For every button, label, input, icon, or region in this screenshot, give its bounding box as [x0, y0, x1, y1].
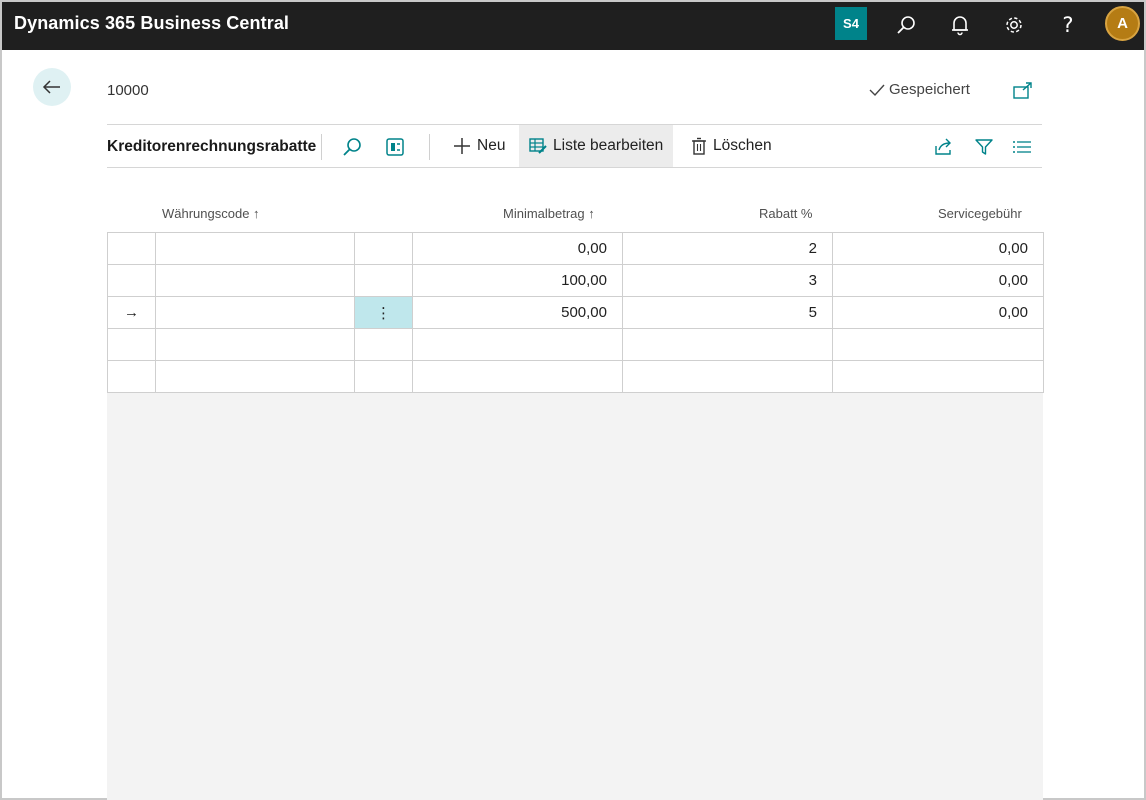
- help-icon[interactable]: ?: [1053, 10, 1083, 40]
- discount-percent-cell[interactable]: [622, 360, 833, 393]
- service-fee-cell[interactable]: 0,00: [832, 296, 1044, 329]
- divider: [321, 134, 322, 160]
- minimum-amount-cell[interactable]: [412, 328, 623, 361]
- minimum-amount-cell[interactable]: 0,00: [412, 232, 623, 265]
- table-row[interactable]: [107, 360, 1044, 393]
- currency-code-cell[interactable]: [155, 232, 355, 265]
- row-indicator: [107, 360, 156, 393]
- currency-code-cell[interactable]: [155, 360, 355, 393]
- list-options-icon[interactable]: [1010, 135, 1034, 159]
- column-header-currency-code[interactable]: Währungscode ↑: [162, 206, 260, 221]
- discount-percent-cell[interactable]: 2: [622, 232, 833, 265]
- record-number: 10000: [107, 82, 149, 99]
- column-header-discount-percent[interactable]: Rabatt %: [759, 206, 812, 221]
- company-badge[interactable]: S4: [835, 7, 867, 40]
- currency-code-cell[interactable]: [155, 328, 355, 361]
- divider: [429, 134, 430, 160]
- discount-percent-cell[interactable]: 5: [622, 296, 833, 329]
- saved-label: Gespeichert: [889, 81, 970, 98]
- bell-icon[interactable]: [945, 10, 975, 40]
- row-indicator: [107, 264, 156, 297]
- new-label: Neu: [477, 137, 506, 154]
- discount-percent-cell[interactable]: [622, 328, 833, 361]
- delete-button[interactable]: Löschen: [681, 125, 782, 167]
- edit-list-icon: [529, 138, 547, 154]
- app-title[interactable]: Dynamics 365 Business Central: [14, 13, 289, 34]
- saved-status: Gespeichert: [868, 81, 970, 98]
- page-caption: Kreditorenrechnungsrabatte: [107, 138, 317, 155]
- table-row[interactable]: [107, 328, 1044, 361]
- action-bar: Kreditorenrechnungsrabatte Neu Liste bea…: [107, 124, 1042, 168]
- search-icon[interactable]: [340, 135, 364, 159]
- row-indicator: [107, 232, 156, 265]
- open-in-new-window-icon[interactable]: [1012, 81, 1034, 101]
- avatar[interactable]: A: [1105, 6, 1140, 41]
- column-header-minimum-amount[interactable]: Minimalbetrag ↑: [503, 206, 595, 221]
- show-details-icon[interactable]: [383, 135, 407, 159]
- currency-code-cell[interactable]: [155, 296, 355, 329]
- current-row-arrow-icon: →: [107, 296, 156, 329]
- table-row[interactable]: 100,00 3 0,00: [107, 264, 1044, 297]
- edit-list-label: Liste bearbeiten: [553, 137, 664, 154]
- service-fee-cell[interactable]: [832, 328, 1044, 361]
- arrow-left-icon: [42, 80, 60, 94]
- trash-icon: [692, 137, 706, 155]
- lines-table: 0,00 2 0,00 100,00 3 0,00 → ⋮ 500,00 5 0…: [107, 232, 1044, 393]
- service-fee-cell[interactable]: 0,00: [832, 264, 1044, 297]
- row-menu-cell[interactable]: [354, 232, 413, 265]
- check-icon: [869, 84, 885, 96]
- share-icon[interactable]: [932, 135, 956, 159]
- minimum-amount-cell[interactable]: 500,00: [412, 296, 623, 329]
- discount-percent-cell[interactable]: 3: [622, 264, 833, 297]
- delete-label: Löschen: [713, 137, 772, 154]
- discount-lines-grid: Währungscode ↑ Minimalbetrag ↑ Rabatt % …: [107, 194, 1044, 800]
- new-button[interactable]: Neu: [443, 125, 515, 167]
- row-indicator: [107, 328, 156, 361]
- plus-icon: [454, 138, 470, 154]
- column-header-service-fee[interactable]: Servicegebühr: [938, 206, 1022, 221]
- search-icon[interactable]: [891, 10, 921, 40]
- top-bar: Dynamics 365 Business Central S4 ? A: [2, 2, 1144, 50]
- row-menu-cell[interactable]: [354, 328, 413, 361]
- back-button[interactable]: [33, 68, 71, 106]
- row-menu-cell[interactable]: [354, 264, 413, 297]
- gear-icon[interactable]: [999, 10, 1029, 40]
- table-row[interactable]: 0,00 2 0,00: [107, 232, 1044, 265]
- grid-empty-area: [107, 391, 1043, 800]
- service-fee-cell[interactable]: 0,00: [832, 232, 1044, 265]
- minimum-amount-cell[interactable]: 100,00: [412, 264, 623, 297]
- minimum-amount-cell[interactable]: [412, 360, 623, 393]
- row-actions-menu-icon[interactable]: ⋮: [354, 296, 413, 329]
- edit-list-button[interactable]: Liste bearbeiten: [519, 125, 674, 167]
- filter-icon[interactable]: [972, 135, 996, 159]
- row-menu-cell[interactable]: [354, 360, 413, 393]
- service-fee-cell[interactable]: [832, 360, 1044, 393]
- currency-code-cell[interactable]: [155, 264, 355, 297]
- table-row-current[interactable]: → ⋮ 500,00 5 0,00: [107, 296, 1044, 329]
